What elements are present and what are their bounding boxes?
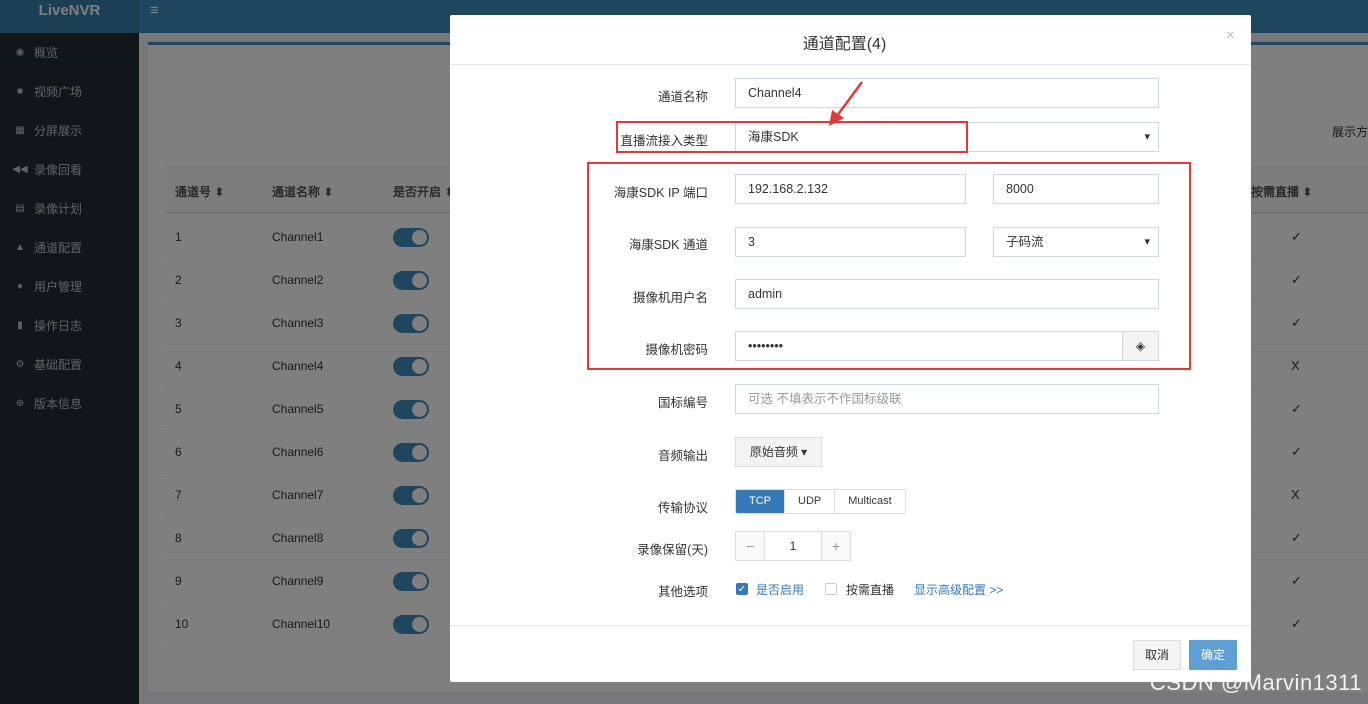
protocol-tcp[interactable]: TCP [736,490,785,513]
retention-value[interactable]: 1 [764,532,822,560]
gb-code-input[interactable]: 可选 不填表示不作国标级联 [735,384,1159,414]
on-demand-checkbox[interactable] [825,583,837,595]
on-demand-label[interactable]: 按需直播 [846,581,894,598]
decrement-button[interactable]: − [736,532,764,560]
modal-footer: 取消 确定 [450,625,1251,682]
annotation-arrow-icon [829,81,864,126]
protocol-button-group: TCP UDP Multicast [735,489,906,514]
retention-stepper: − 1 + [735,531,851,561]
watermark: CSDN @Marvin1311 [1149,670,1362,695]
other-options-label: 其他选项 [657,585,708,599]
retention-label: 录像保留(天) [637,543,708,557]
advanced-config-link[interactable]: 显示高级配置 >> [914,581,1003,598]
chevron-down-icon: ▾ [1144,131,1150,143]
audio-output-dropdown[interactable]: 原始音频 ▾ [735,437,822,467]
audio-output-label: 音频输出 [657,449,708,463]
modal-header: 通道配置(4) × [450,15,1251,65]
increment-button[interactable]: + [822,532,850,560]
confirm-button[interactable]: 确定 [1189,640,1237,670]
close-icon[interactable]: × [1226,27,1235,45]
enabled-label[interactable]: 是否启用 [756,581,804,598]
protocol-multicast[interactable]: Multicast [835,490,905,513]
gb-code-label: 国标编号 [657,396,708,410]
modal-title: 通道配置(4) [802,36,887,53]
enabled-checkbox[interactable]: ✓ [736,583,748,595]
channel-name-input[interactable]: Channel4 [735,78,1159,108]
channel-name-label: 通道名称 [657,90,708,104]
annotation-box-sdk-settings [587,162,1191,370]
protocol-udp[interactable]: UDP [785,490,836,513]
protocol-label: 传输协议 [657,501,708,515]
annotation-box-stream-type [616,121,968,153]
cancel-button[interactable]: 取消 [1133,640,1181,670]
